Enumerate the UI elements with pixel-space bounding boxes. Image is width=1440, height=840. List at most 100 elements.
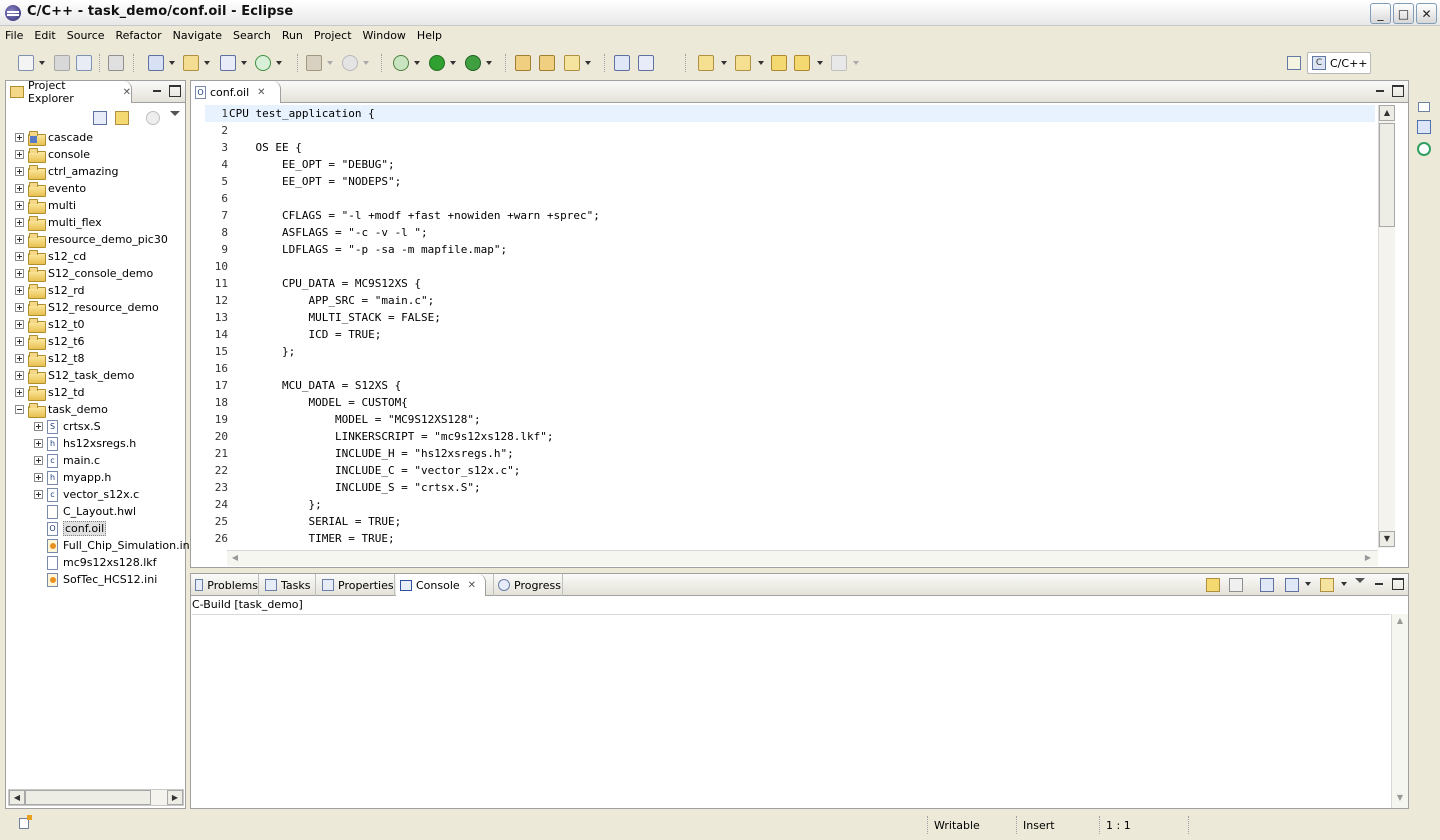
code-line[interactable]: 1 CPU test_application { — [205, 105, 1375, 122]
previous-annotation-dropdown-icon[interactable] — [758, 61, 764, 65]
save-icon[interactable] — [54, 55, 70, 71]
expand-icon[interactable] — [15, 167, 24, 176]
expand-icon[interactable] — [15, 184, 24, 193]
pin-console-icon[interactable] — [1260, 578, 1274, 592]
collapse-all-icon[interactable] — [93, 111, 107, 125]
last-edit-icon[interactable] — [771, 55, 787, 71]
tab-problems[interactable]: Problems — [191, 574, 259, 596]
show-whitespace-icon[interactable] — [638, 55, 654, 71]
code-line[interactable]: 10 — [205, 258, 1375, 275]
code-line[interactable]: 18 MODEL = CUSTOM{ — [205, 394, 1375, 411]
code-line[interactable]: 3 OS EE { — [205, 139, 1375, 156]
menu-refactor[interactable]: Refactor — [116, 29, 162, 42]
new-project-icon[interactable] — [148, 55, 164, 71]
forward-dropdown-icon[interactable] — [853, 61, 859, 65]
console-vscrollbar[interactable]: ▲ ▼ — [1391, 614, 1408, 808]
new-icon[interactable] — [18, 55, 34, 71]
search-dropdown-icon[interactable] — [585, 61, 591, 65]
run-icon[interactable] — [429, 55, 445, 71]
expand-icon[interactable] — [34, 490, 43, 499]
menu-edit[interactable]: Edit — [34, 29, 55, 42]
refresh-icon[interactable] — [255, 55, 271, 71]
outline-icon[interactable] — [1417, 120, 1431, 134]
display-console-dropdown-icon[interactable] — [1305, 582, 1311, 586]
expand-icon[interactable] — [34, 422, 43, 431]
tree-item[interactable]: S12_console_demo — [15, 265, 153, 282]
tree-item[interactable]: s12_t8 — [15, 350, 85, 367]
tree-item[interactable]: console — [15, 146, 90, 163]
clean-icon[interactable] — [342, 55, 358, 71]
maximize-button[interactable]: □ — [1393, 3, 1414, 24]
code-line[interactable]: 17 MCU_DATA = S12XS { — [205, 377, 1375, 394]
maximize-view-icon[interactable] — [1392, 85, 1404, 97]
menu-navigate[interactable]: Navigate — [173, 29, 222, 42]
run-dropdown-icon[interactable] — [450, 61, 456, 65]
minimize-view-icon[interactable] — [1373, 578, 1385, 590]
search-icon[interactable] — [564, 55, 580, 71]
code-line[interactable]: 16 — [205, 360, 1375, 377]
editor-hscrollbar[interactable]: ◀ ▶ — [227, 550, 1378, 566]
tree-item[interactable]: ctrl_amazing — [15, 163, 118, 180]
back-dropdown-icon[interactable] — [817, 61, 823, 65]
console-output[interactable] — [192, 614, 1390, 806]
project-explorer-hscrollbar[interactable]: ◀ ▶ — [8, 789, 184, 806]
refresh-dropdown-icon[interactable] — [276, 61, 282, 65]
tree-item[interactable]: resource_demo_pic30 — [15, 231, 168, 248]
scroll-down-icon[interactable]: ▼ — [1392, 791, 1408, 807]
tree-item[interactable]: Scrtsx.S — [34, 418, 101, 435]
scroll-up-icon[interactable]: ▲ — [1379, 105, 1395, 121]
code-line[interactable]: 19 MODEL = "MC9S12XS128"; — [205, 411, 1375, 428]
build-hammer-icon[interactable] — [306, 55, 322, 71]
menu-project[interactable]: Project — [314, 29, 352, 42]
debug-icon[interactable] — [393, 55, 409, 71]
new-folder-dropdown-icon[interactable] — [204, 61, 210, 65]
close-window-button[interactable]: ✕ — [1416, 3, 1437, 24]
display-console-icon[interactable] — [1285, 578, 1299, 592]
code-line[interactable]: 21 INCLUDE_H = "hs12xsregs.h"; — [205, 445, 1375, 462]
menu-window[interactable]: Window — [363, 29, 406, 42]
menu-run[interactable]: Run — [282, 29, 303, 42]
expand-icon[interactable] — [34, 456, 43, 465]
tree-item[interactable]: cascade — [15, 129, 93, 146]
clean-dropdown-icon[interactable] — [363, 61, 369, 65]
new-folder-icon[interactable] — [183, 55, 199, 71]
scroll-left-icon[interactable]: ◀ — [9, 790, 25, 805]
tree-item[interactable]: multi_flex — [15, 214, 102, 231]
expand-icon[interactable] — [15, 337, 24, 346]
code-line[interactable]: 6 — [205, 190, 1375, 207]
code-line[interactable]: 20 LINKERSCRIPT = "mc9s12xs128.lkf"; — [205, 428, 1375, 445]
minimize-view-icon[interactable] — [1374, 85, 1386, 97]
tree-item[interactable]: s12_t0 — [15, 316, 85, 333]
expand-icon[interactable] — [15, 269, 24, 278]
scroll-thumb[interactable] — [25, 790, 151, 805]
code-line[interactable]: 25 SERIAL = TRUE; — [205, 513, 1375, 530]
close-tab-icon[interactable]: ✕ — [468, 580, 476, 591]
tree-item[interactable]: c vector_s12x.c — [34, 486, 139, 503]
expand-icon[interactable] — [15, 371, 24, 380]
expand-icon[interactable] — [15, 303, 24, 312]
tree-item[interactable]: C_Layout.hwl — [34, 503, 136, 520]
tree-item[interactable]: s12_cd — [15, 248, 86, 265]
open-element-icon[interactable] — [539, 55, 555, 71]
code-line[interactable]: 8 ASFLAGS = "-c -v -l "; — [205, 224, 1375, 241]
scroll-up-icon[interactable]: ▲ — [1392, 614, 1408, 630]
expand-icon[interactable] — [15, 286, 24, 295]
menu-search[interactable]: Search — [233, 29, 271, 42]
code-line[interactable]: 14 ICD = TRUE; — [205, 326, 1375, 343]
new-class-icon[interactable] — [220, 55, 236, 71]
expand-icon[interactable] — [34, 473, 43, 482]
print-icon[interactable] — [76, 55, 92, 71]
tree-item[interactable]: multi — [15, 197, 76, 214]
expand-icon[interactable] — [15, 388, 24, 397]
next-annotation-icon[interactable] — [698, 55, 714, 71]
expand-icon[interactable] — [15, 150, 24, 159]
tree-item[interactable]: mc9s12xs128.lkf — [34, 554, 157, 571]
view-menu-icon[interactable] — [1355, 578, 1365, 583]
code-line[interactable]: 23 INCLUDE_S = "crtsx.S"; — [205, 479, 1375, 496]
binary-icon[interactable] — [108, 55, 124, 71]
code-line[interactable]: 9 LDFLAGS = "-p -sa -m mapfile.map"; — [205, 241, 1375, 258]
close-tab-icon[interactable]: ✕ — [123, 87, 131, 98]
tree-item[interactable]: task_demo — [15, 401, 108, 418]
code-line[interactable]: 22 INCLUDE_C = "vector_s12x.c"; — [205, 462, 1375, 479]
restore-view-icon[interactable] — [1418, 102, 1430, 112]
